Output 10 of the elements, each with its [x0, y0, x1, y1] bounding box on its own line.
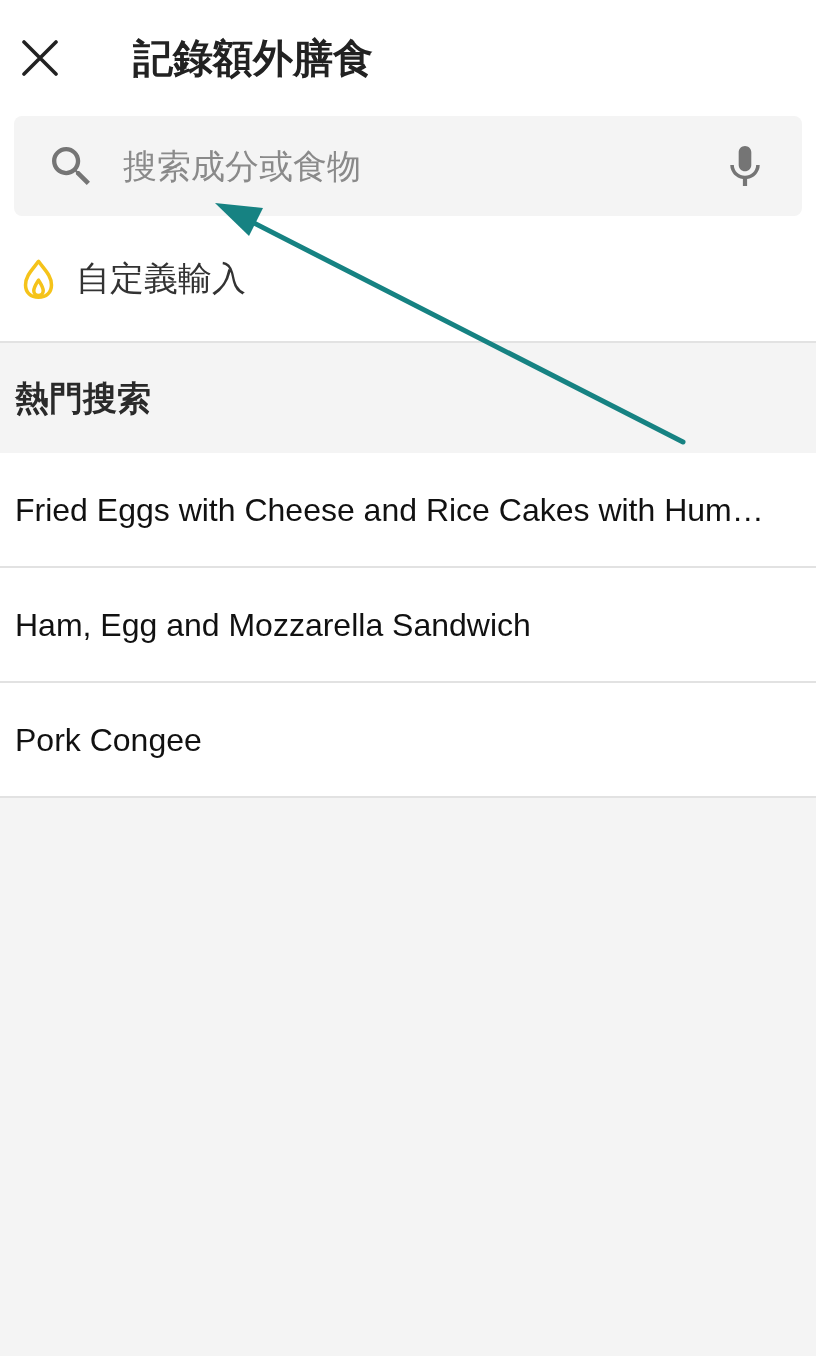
food-search-item[interactable]: Ham, Egg and Mozzarella Sandwich	[0, 568, 816, 683]
microphone-icon[interactable]	[730, 146, 760, 186]
search-icon	[52, 147, 90, 185]
section-heading: 熱門搜索	[15, 377, 151, 419]
page-title: 記錄額外膳食	[133, 38, 373, 78]
search-field[interactable]: 搜索成分或食物	[14, 116, 802, 216]
flame-icon	[22, 256, 55, 301]
close-icon[interactable]	[22, 40, 58, 76]
food-search-item[interactable]: Pork Congee	[0, 683, 816, 798]
food-search-item[interactable]: Fried Eggs with Cheese and Rice Cakes with Hum…	[0, 453, 816, 568]
